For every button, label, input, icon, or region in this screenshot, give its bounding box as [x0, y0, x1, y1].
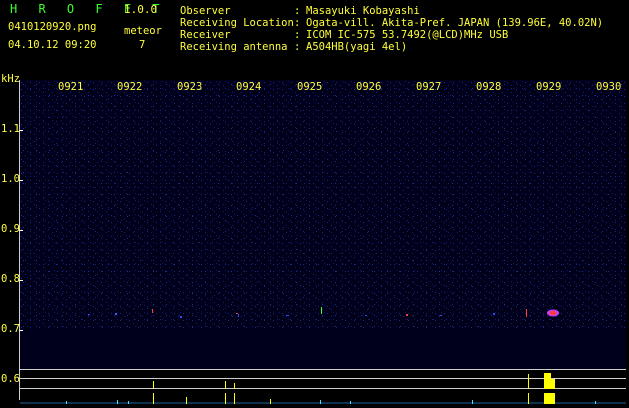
x-tick-label: 0930 [596, 81, 622, 93]
y-tick-label: 1.1 [1, 123, 20, 135]
info-key-receiver: Receiver [180, 29, 231, 41]
y-tick-label: 1.0 [1, 173, 20, 185]
meteor-label: meteor [124, 25, 162, 37]
info-key-location: Receiving Location [180, 17, 294, 29]
info-key-observer: Observer [180, 5, 231, 17]
level-strip [20, 377, 626, 404]
y-tick-label: 0.6 [1, 373, 20, 385]
y-tick [19, 130, 23, 131]
meteor-count: 7 [139, 39, 146, 51]
header-panel: H R O F F T 1.0.0 0410120920.png 04.10.1… [0, 0, 629, 80]
x-tick-label: 0926 [356, 81, 382, 93]
info-key-antenna: Receiving antenna [180, 41, 288, 53]
x-tick-label: 0928 [476, 81, 502, 93]
y-tick-label: 0.9 [1, 223, 20, 235]
level-peaks-svg [153, 373, 555, 389]
info-value-receiver: ICOM IC-575 53.7492(@LCD)MHz USB [306, 29, 509, 41]
x-tick-label: 0923 [177, 81, 203, 93]
x-tick-label: 0924 [236, 81, 262, 93]
file-name: 0410120920.png [8, 21, 97, 33]
info-sep: : [294, 5, 301, 17]
info-sep: : [294, 29, 301, 41]
y-tick [19, 280, 23, 281]
x-tick-label: 0925 [297, 81, 323, 93]
x-tick-label: 0922 [117, 81, 143, 93]
info-value-antenna: A504HB(yagi 4el) [306, 41, 408, 53]
y-tick-label: 0.7 [1, 323, 20, 335]
spectrogram-svg [20, 80, 626, 369]
app-version: 1.0.0 [124, 3, 158, 16]
y-tick-label: 0.8 [1, 273, 20, 285]
y-tick [19, 180, 23, 181]
x-tick-label: 0927 [416, 81, 442, 93]
level-strip-svg [20, 377, 626, 404]
info-value-location: Ogata-vill. Akita-Pref. JAPAN (139.96E, … [306, 17, 604, 29]
info-value-observer: Masayuki Kobayashi [306, 5, 420, 17]
info-sep: : [294, 17, 301, 29]
y-tick [19, 330, 23, 331]
datetime: 04.10.12 09:20 [8, 39, 97, 51]
x-tick-label: 0921 [58, 81, 84, 93]
y-axis-unit: kHz [1, 73, 20, 85]
spectrogram-plot [20, 80, 626, 369]
info-sep: : [294, 41, 301, 53]
x-tick-label: 0929 [536, 81, 562, 93]
y-tick [19, 230, 23, 231]
